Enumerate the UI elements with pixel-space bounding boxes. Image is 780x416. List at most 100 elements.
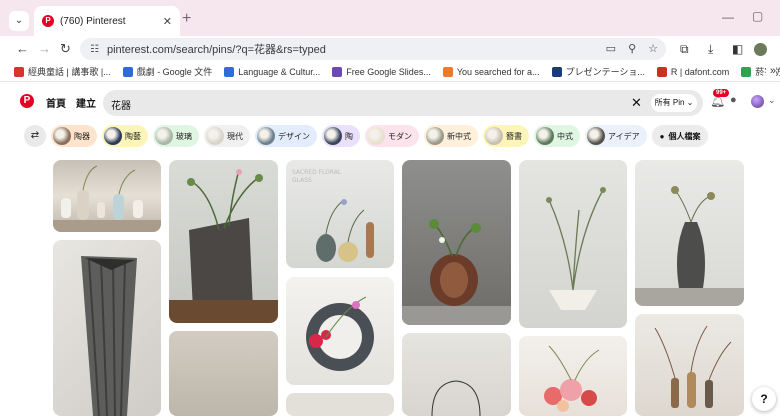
svg-text:SACRED FLORAL: SACRED FLORAL	[292, 169, 342, 176]
new-tab-button[interactable]: +	[182, 11, 191, 27]
pin-image: SACRED FLORAL GLASS	[292, 169, 374, 262]
window-minimize-icon[interactable]: —	[722, 10, 734, 24]
search-guide-chip[interactable]: モダン	[365, 125, 419, 147]
nav-create-link[interactable]: 建立	[76, 95, 96, 110]
search-guide-chip[interactable]: 玻璃	[153, 125, 199, 147]
chip-thumbnail	[155, 127, 173, 145]
chip-thumbnail	[426, 127, 444, 145]
pin-filter-dropdown[interactable]: 所有 Pin ⌄	[651, 94, 697, 112]
chip-label: 陶	[345, 131, 353, 141]
browser-tab[interactable]: P (760) Pinterest ✕	[34, 6, 180, 36]
chip-label: 陶器	[74, 131, 90, 141]
search-guide-chip[interactable]: 陶	[322, 125, 360, 147]
chip-thumbnail	[206, 127, 224, 145]
bookmark-favicon-icon	[332, 66, 343, 77]
cast-icon[interactable]: ▭	[606, 42, 616, 55]
profile-avatar-icon[interactable]	[754, 43, 767, 56]
help-button[interactable]: ?	[752, 387, 776, 411]
search-guide-chip[interactable]: デザイン	[255, 125, 317, 147]
nav-home-link[interactable]: 首頁	[46, 95, 66, 110]
browser-toolbar: ← → ↻ ☷ pinterest.com/search/pins/?q=花器&…	[0, 36, 780, 62]
address-bar[interactable]: ☷ pinterest.com/search/pins/?q=花器&rs=typ…	[80, 38, 666, 60]
pin-card[interactable]	[519, 336, 627, 416]
pin-image	[654, 325, 732, 408]
pin-card[interactable]	[169, 160, 278, 323]
bookmark-item[interactable]: You searched for a...	[442, 66, 540, 77]
filter-sliders-icon[interactable]: ⇄	[24, 125, 46, 147]
pinterest-favicon: P	[42, 15, 54, 27]
search-guide-chip[interactable]: アイデア	[585, 125, 647, 147]
search-input[interactable]: 花器	[111, 97, 131, 112]
bookmark-favicon-icon	[224, 66, 235, 77]
pin-image	[81, 256, 137, 416]
bookmark-favicon-icon	[122, 66, 133, 77]
chip-thumbnail	[324, 127, 342, 145]
profile-chip[interactable]: ● 個人檔案	[651, 125, 709, 147]
bookmark-label: 戲劇 - Google 文件	[136, 67, 213, 77]
reload-icon[interactable]: ↻	[60, 41, 71, 57]
bookmarks-bar: 經典童話 | 講事歌 |... 戲劇 - Google 文件 Language …	[0, 62, 780, 82]
window-maximize-icon[interactable]: ▢	[752, 9, 763, 23]
chip-label: アイデア	[608, 131, 640, 141]
bookmarks-overflow-button[interactable]: »	[765, 65, 776, 77]
pin-card[interactable]	[53, 160, 161, 232]
pin-card[interactable]	[402, 333, 511, 416]
chip-label: 簪書	[506, 131, 522, 141]
pin-card[interactable]	[53, 240, 161, 416]
tab-close-icon[interactable]: ✕	[163, 15, 172, 28]
tab-title: (760) Pinterest	[60, 15, 126, 27]
bookmark-item[interactable]: 戲劇 - Google 文件	[122, 65, 213, 78]
pin-card[interactable]	[635, 314, 744, 416]
pin-card[interactable]: SACRED FLORAL GLASS	[286, 160, 394, 268]
pinterest-header: P 首頁 建立 花器 ✕ 所有 Pin ⌄ 🔔︎ 99+ ● ⌄	[0, 84, 780, 122]
messages-icon[interactable]: ●	[730, 94, 737, 106]
pin-card[interactable]	[286, 393, 394, 416]
search-guide-chip[interactable]: 現代	[204, 125, 250, 147]
download-icon[interactable]: ⤓	[708, 41, 713, 57]
chip-thumbnail	[587, 127, 605, 145]
pin-card[interactable]	[286, 277, 394, 385]
bookmark-star-icon[interactable]: ☆	[648, 42, 658, 55]
search-guide-chip[interactable]: 中式	[534, 125, 580, 147]
bookmark-favicon-icon	[656, 66, 667, 77]
clear-search-icon[interactable]: ✕	[631, 95, 642, 111]
search-guide-chip[interactable]: 新中式	[424, 125, 478, 147]
pin-card[interactable]	[519, 160, 627, 328]
back-arrow-icon[interactable]: ←	[16, 41, 29, 57]
pinterest-logo-icon[interactable]: P	[20, 94, 34, 108]
chip-thumbnail	[536, 127, 554, 145]
pin-image	[402, 219, 511, 325]
bookmark-item[interactable]: 經典童話 | 講事歌 |...	[14, 65, 111, 78]
chip-label: 現代	[227, 131, 243, 141]
search-guide-chip[interactable]: 簪書	[483, 125, 529, 147]
bookmark-item[interactable]: Free Google Slides...	[332, 66, 431, 77]
user-avatar[interactable]	[751, 95, 764, 108]
pin-image	[169, 169, 278, 323]
extensions-icon[interactable]: ⧉	[680, 41, 689, 57]
search-guide-chip[interactable]: 陶藝	[102, 125, 148, 147]
bookmark-label: Language & Cultur...	[238, 66, 321, 77]
search-bar[interactable]: 花器 ✕ 所有 Pin ⌄	[103, 90, 703, 116]
pin-image	[635, 186, 744, 306]
pin-image	[546, 187, 606, 310]
bookmark-label: Free Google Slides...	[346, 66, 431, 77]
pin-card[interactable]	[635, 160, 744, 306]
bookmark-label: プレゼンテーショ...	[565, 67, 645, 77]
bookmark-item[interactable]: Language & Cultur...	[224, 66, 321, 77]
pin-card[interactable]	[169, 331, 278, 416]
search-guides: ⇄ 陶器 陶藝 玻璃 現代 デザイン 陶 モダン 新中式 簪書 中式 アイデア ● 個人檔案	[24, 125, 709, 147]
forward-arrow-icon[interactable]: →	[38, 41, 51, 57]
tab-search-icon[interactable]: ⌄	[9, 11, 29, 31]
bookmark-label: You searched for a...	[456, 66, 540, 77]
zoom-icon[interactable]: ⚲	[628, 42, 636, 55]
bookmark-item[interactable]: R | dafont.com	[656, 66, 729, 77]
bookmark-item[interactable]: プレゼンテーショ...	[551, 65, 645, 78]
account-chevron-down-icon[interactable]: ⌄	[768, 95, 776, 106]
pin-card[interactable]	[402, 160, 511, 325]
chip-label: モダン	[388, 131, 412, 141]
side-panel-icon[interactable]: ◧	[732, 41, 743, 57]
site-info-icon[interactable]: ☷	[90, 44, 99, 55]
search-guide-chip[interactable]: 陶器	[51, 125, 97, 147]
chip-label: 玻璃	[176, 131, 192, 141]
chip-thumbnail	[257, 127, 275, 145]
